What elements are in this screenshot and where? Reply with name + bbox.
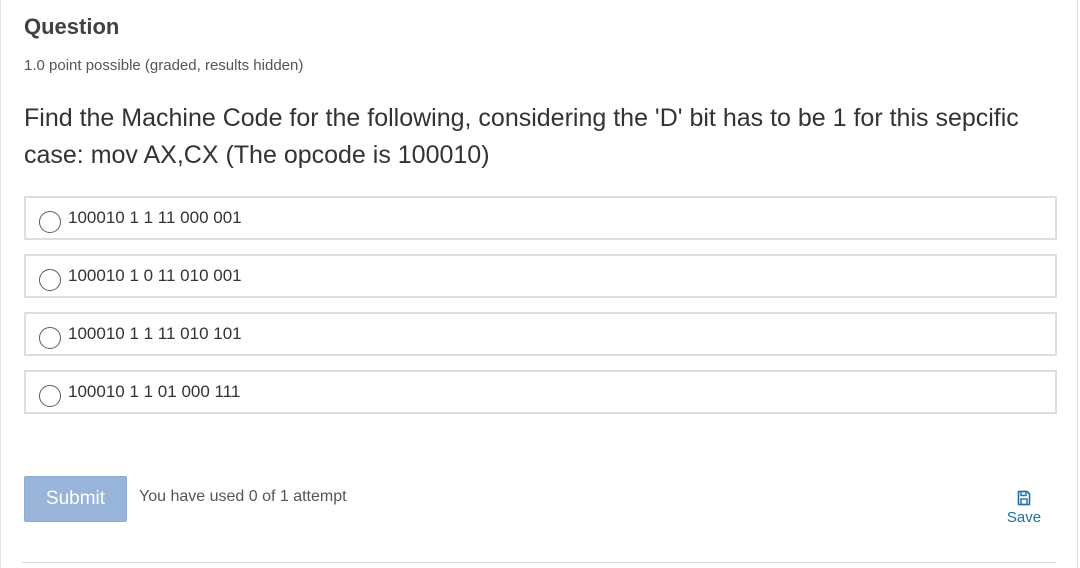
choice-option-3[interactable]: 100010 1 1 11 010 101	[24, 312, 1057, 356]
divider	[22, 562, 1056, 563]
choice-label-1: 100010 1 1 11 000 001	[68, 208, 242, 227]
save-icon	[1017, 490, 1031, 506]
radio-button-3[interactable]	[39, 327, 61, 349]
choice-label-4: 100010 1 1 01 000 111	[68, 382, 241, 401]
radio-button-1[interactable]	[39, 211, 61, 233]
save-label: Save	[1006, 509, 1042, 526]
choice-label-2: 100010 1 0 11 010 001	[68, 266, 242, 285]
radio-button-4[interactable]	[39, 385, 61, 407]
question-title: Question	[24, 14, 120, 39]
choice-group: 100010 1 1 11 000 001 100010 1 0 11 010 …	[24, 196, 1057, 428]
attempts-status: You have used 0 of 1 attempt	[139, 488, 347, 505]
choice-option-2[interactable]: 100010 1 0 11 010 001	[24, 254, 1057, 298]
question-prompt: Find the Machine Code for the following,…	[24, 104, 1019, 169]
save-button[interactable]: Save	[1000, 490, 1048, 527]
radio-button-2[interactable]	[39, 269, 61, 291]
submit-button[interactable]: Submit	[24, 476, 127, 522]
points-info: 1.0 point possible (graded, results hidd…	[24, 57, 304, 74]
choice-label-3: 100010 1 1 11 010 101	[68, 324, 242, 343]
choice-option-4[interactable]: 100010 1 1 01 000 111	[24, 370, 1057, 414]
choice-option-1[interactable]: 100010 1 1 11 000 001	[24, 196, 1057, 240]
